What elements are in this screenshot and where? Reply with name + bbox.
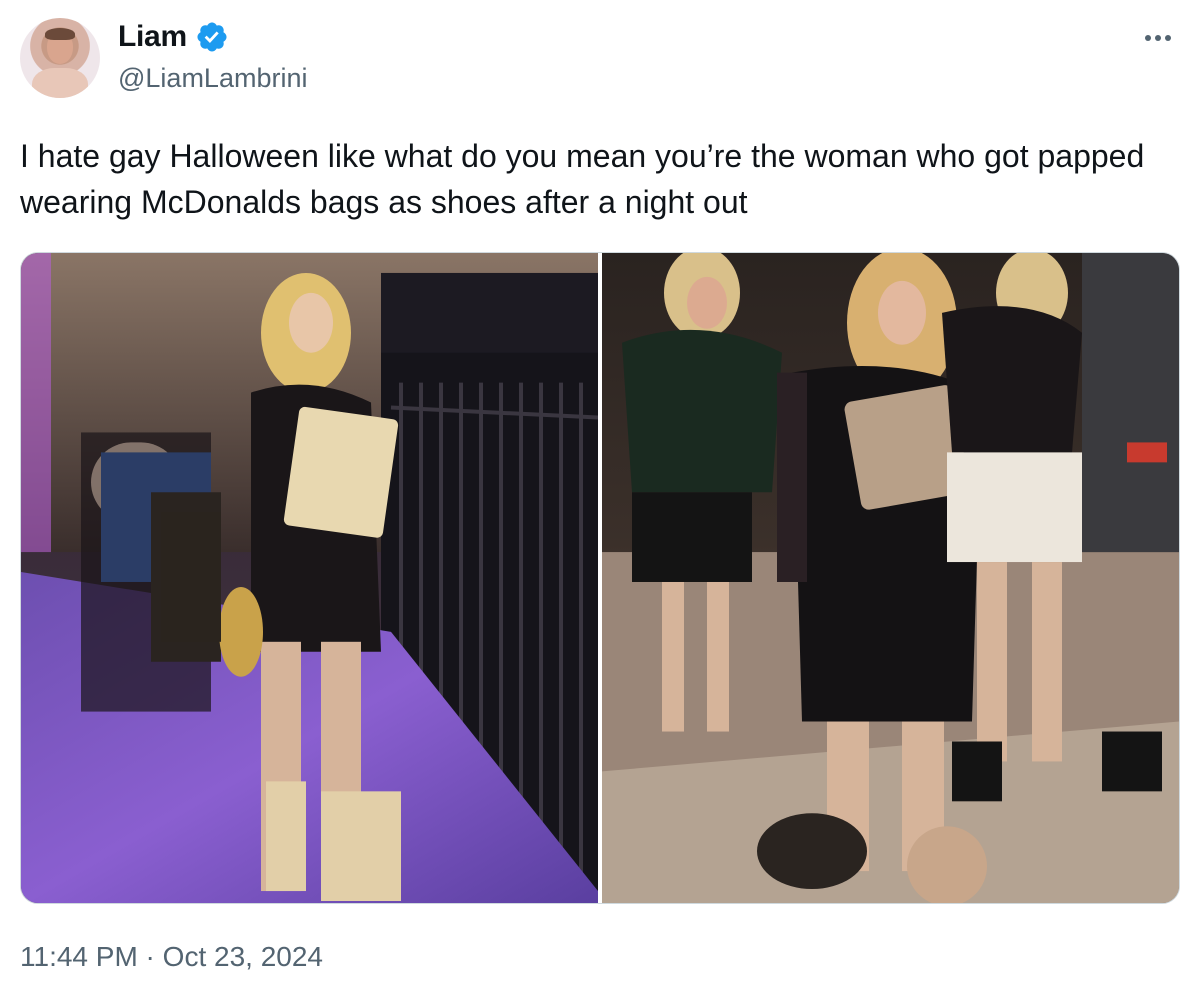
photo-right[interactable] [602, 253, 1179, 903]
tweet-text: I hate gay Halloween like what do you me… [20, 138, 1145, 220]
more-dot [1155, 35, 1161, 41]
photo-right-graphic [602, 253, 1179, 903]
timestamp-date[interactable]: Oct 23, 2024 [163, 941, 323, 972]
photo-left[interactable] [21, 253, 598, 903]
tweet-timestamp[interactable]: 11:44 PM · Oct 23, 2024 [20, 941, 323, 973]
avatar-hair [45, 28, 75, 40]
timestamp-separator: · [137, 941, 163, 972]
author-handle[interactable]: @LiamLambrini [118, 63, 307, 94]
tweet-card: Liam @LiamLambrini I hate gay Halloween … [0, 0, 1200, 994]
verified-badge-icon [195, 20, 229, 54]
more-dot [1165, 35, 1171, 41]
avatar-torso [32, 68, 88, 98]
more-dot [1145, 35, 1151, 41]
photo-left-graphic [21, 253, 598, 903]
more-options-icon[interactable] [1138, 20, 1178, 56]
author-display-name[interactable]: Liam [118, 20, 187, 54]
timestamp-time[interactable]: 11:44 PM [20, 941, 138, 972]
author-avatar[interactable] [20, 18, 100, 98]
author-name-row: Liam [118, 20, 229, 54]
media-grid [20, 252, 1180, 904]
